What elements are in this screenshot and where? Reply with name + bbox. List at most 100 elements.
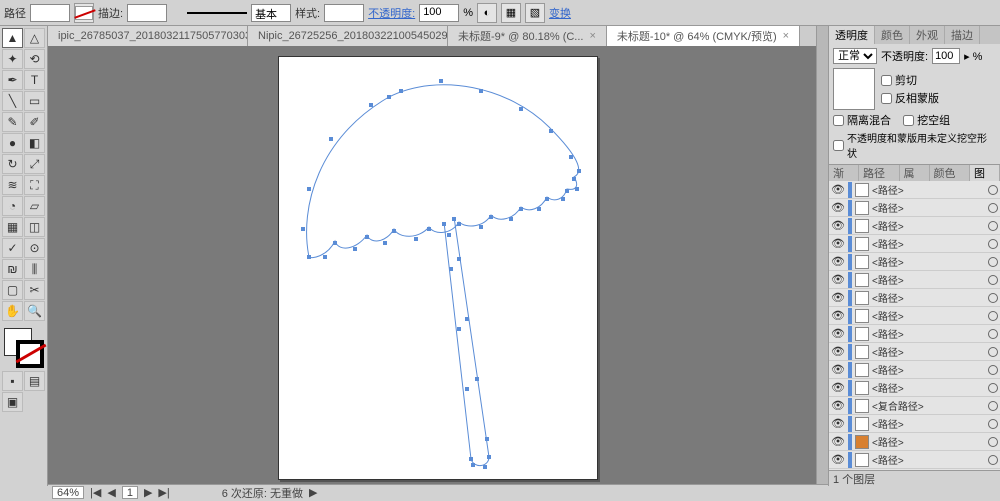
target-icon[interactable] — [988, 203, 998, 213]
layer-item[interactable]: 👁<路径> — [829, 307, 1000, 325]
layer-item[interactable]: 👁<路径> — [829, 451, 1000, 469]
visibility-icon[interactable]: 👁 — [831, 435, 845, 448]
isolate-blend-checkbox[interactable] — [833, 115, 844, 126]
target-icon[interactable] — [988, 221, 998, 231]
line-tool[interactable]: ╲ — [2, 91, 23, 111]
scale-tool[interactable]: ⤢ — [24, 154, 45, 174]
eraser-tool[interactable]: ◧ — [24, 133, 45, 153]
nav-first-icon[interactable]: |◀ — [90, 486, 101, 499]
visibility-icon[interactable]: 👁 — [831, 273, 845, 286]
target-icon[interactable] — [988, 455, 998, 465]
invert-mask-checkbox[interactable] — [881, 93, 892, 104]
layer-item[interactable]: 👁<路径> — [829, 343, 1000, 361]
panel-collapse-strip[interactable] — [816, 26, 828, 486]
selection-tool[interactable]: ▲ — [2, 28, 23, 48]
type-tool[interactable]: T — [24, 70, 45, 90]
visibility-icon[interactable]: 👁 — [831, 417, 845, 430]
target-icon[interactable] — [988, 329, 998, 339]
pencil-tool[interactable]: ✐ — [24, 112, 45, 132]
target-icon[interactable] — [988, 239, 998, 249]
document-tab[interactable]: 未标题-9* @ 80.18% (C...× — [448, 26, 607, 46]
layer-list[interactable]: 👁<路径>👁<路径>👁<路径>👁<路径>👁<路径>👁<路径>👁<路径>👁<路径>… — [829, 181, 1000, 470]
blend-tool[interactable]: ⊙ — [24, 238, 45, 258]
layer-item[interactable]: 👁<复合路径> — [829, 397, 1000, 415]
visibility-icon[interactable]: 👁 — [831, 327, 845, 340]
opacity-mask-thumbnail[interactable] — [833, 68, 875, 110]
graph-tool[interactable]: ⫼ — [24, 259, 45, 279]
fill-stroke-swatch[interactable] — [2, 326, 45, 370]
alpha-define-checkbox[interactable] — [833, 140, 844, 151]
visibility-icon[interactable]: 👁 — [831, 363, 845, 376]
tab-transparency[interactable]: 透明度 — [829, 26, 875, 44]
lasso-tool[interactable]: ⟲ — [24, 49, 45, 69]
transform-link[interactable]: 变换 — [549, 5, 571, 21]
shape-builder-tool[interactable]: ◔ — [2, 196, 23, 216]
mesh-tool[interactable]: ▦ — [2, 217, 23, 237]
tab-color[interactable]: 颜色 — [875, 26, 910, 44]
fill-swatch-dropdown[interactable] — [30, 4, 70, 22]
target-icon[interactable] — [988, 383, 998, 393]
layer-item[interactable]: 👁<路径> — [829, 217, 1000, 235]
recolor-button[interactable]: ◐ — [477, 3, 497, 23]
visibility-icon[interactable]: 👁 — [831, 381, 845, 394]
paintbrush-tool[interactable]: ✎ — [2, 112, 23, 132]
artboard-tool[interactable]: ▢ — [2, 280, 23, 300]
knockout-checkbox[interactable] — [903, 115, 914, 126]
artboard[interactable] — [278, 56, 598, 480]
stroke-weight-input[interactable] — [127, 4, 167, 22]
visibility-icon[interactable]: 👁 — [831, 291, 845, 304]
target-icon[interactable] — [988, 257, 998, 267]
pen-tool[interactable]: ✒ — [2, 70, 23, 90]
tab-attributes[interactable]: 属性 — [900, 165, 930, 181]
artboard-nav-input[interactable]: 1 — [122, 486, 138, 499]
nav-prev-icon[interactable]: ◀ — [107, 486, 115, 499]
layer-item[interactable]: 👁<路径> — [829, 235, 1000, 253]
tab-swatches[interactable]: 颜色参 — [930, 165, 971, 181]
document-tab-active[interactable]: 未标题-10* @ 64% (CMYK/预览)× — [607, 26, 800, 46]
visibility-icon[interactable]: 👁 — [831, 201, 845, 214]
gradient-tool[interactable]: ◫ — [24, 217, 45, 237]
style-dropdown[interactable] — [324, 4, 364, 22]
no-stroke-button[interactable] — [74, 3, 94, 23]
vector-path-mushroom[interactable] — [279, 57, 599, 481]
target-icon[interactable] — [988, 347, 998, 357]
slice-tool[interactable]: ✂ — [24, 280, 45, 300]
visibility-icon[interactable]: 👁 — [831, 219, 845, 232]
eyedropper-tool[interactable]: ✓ — [2, 238, 23, 258]
nav-last-icon[interactable]: ▶| — [158, 486, 169, 499]
visibility-icon[interactable]: 👁 — [831, 255, 845, 268]
tab-pathfinder[interactable]: 路径符 — [859, 165, 900, 181]
stroke-swatch[interactable] — [16, 340, 44, 368]
visibility-icon[interactable]: 👁 — [831, 399, 845, 412]
transform-button[interactable]: ▧ — [525, 3, 545, 23]
layer-item[interactable]: 👁<路径> — [829, 361, 1000, 379]
target-icon[interactable] — [988, 293, 998, 303]
panel-opacity-input[interactable] — [932, 48, 960, 64]
target-icon[interactable] — [988, 311, 998, 321]
target-icon[interactable] — [988, 185, 998, 195]
rectangle-tool[interactable]: ▭ — [24, 91, 45, 111]
layer-item[interactable]: 👁<路径> — [829, 199, 1000, 217]
symbol-sprayer-tool[interactable]: ₪ — [2, 259, 23, 279]
close-icon[interactable]: × — [783, 30, 789, 42]
direct-selection-tool[interactable]: △ — [24, 28, 45, 48]
visibility-icon[interactable]: 👁 — [831, 309, 845, 322]
opacity-link[interactable]: 不透明度: — [368, 5, 415, 21]
target-icon[interactable] — [988, 365, 998, 375]
tab-stroke[interactable]: 描边 — [945, 26, 980, 44]
blob-brush-tool[interactable]: ● — [2, 133, 23, 153]
layer-item[interactable]: 👁<路径> — [829, 415, 1000, 433]
layer-item[interactable]: 👁<路径> — [829, 271, 1000, 289]
layer-item[interactable]: 👁<路径> — [829, 253, 1000, 271]
nav-next-icon[interactable]: ▶ — [144, 486, 152, 499]
document-tab[interactable]: ipic_26785037_20180321175057703037.ai*× — [48, 26, 248, 46]
opacity-input[interactable]: 100 — [419, 4, 459, 22]
clip-checkbox[interactable] — [881, 75, 892, 86]
gradient-mode-button[interactable]: ▤ — [24, 371, 45, 391]
close-icon[interactable]: × — [589, 30, 595, 42]
width-tool[interactable]: ≋ — [2, 175, 23, 195]
tab-layers[interactable]: 图层 — [970, 165, 1000, 181]
visibility-icon[interactable]: 👁 — [831, 183, 845, 196]
layer-item[interactable]: 👁<路径> — [829, 325, 1000, 343]
color-mode-button[interactable]: ▪ — [2, 371, 23, 391]
